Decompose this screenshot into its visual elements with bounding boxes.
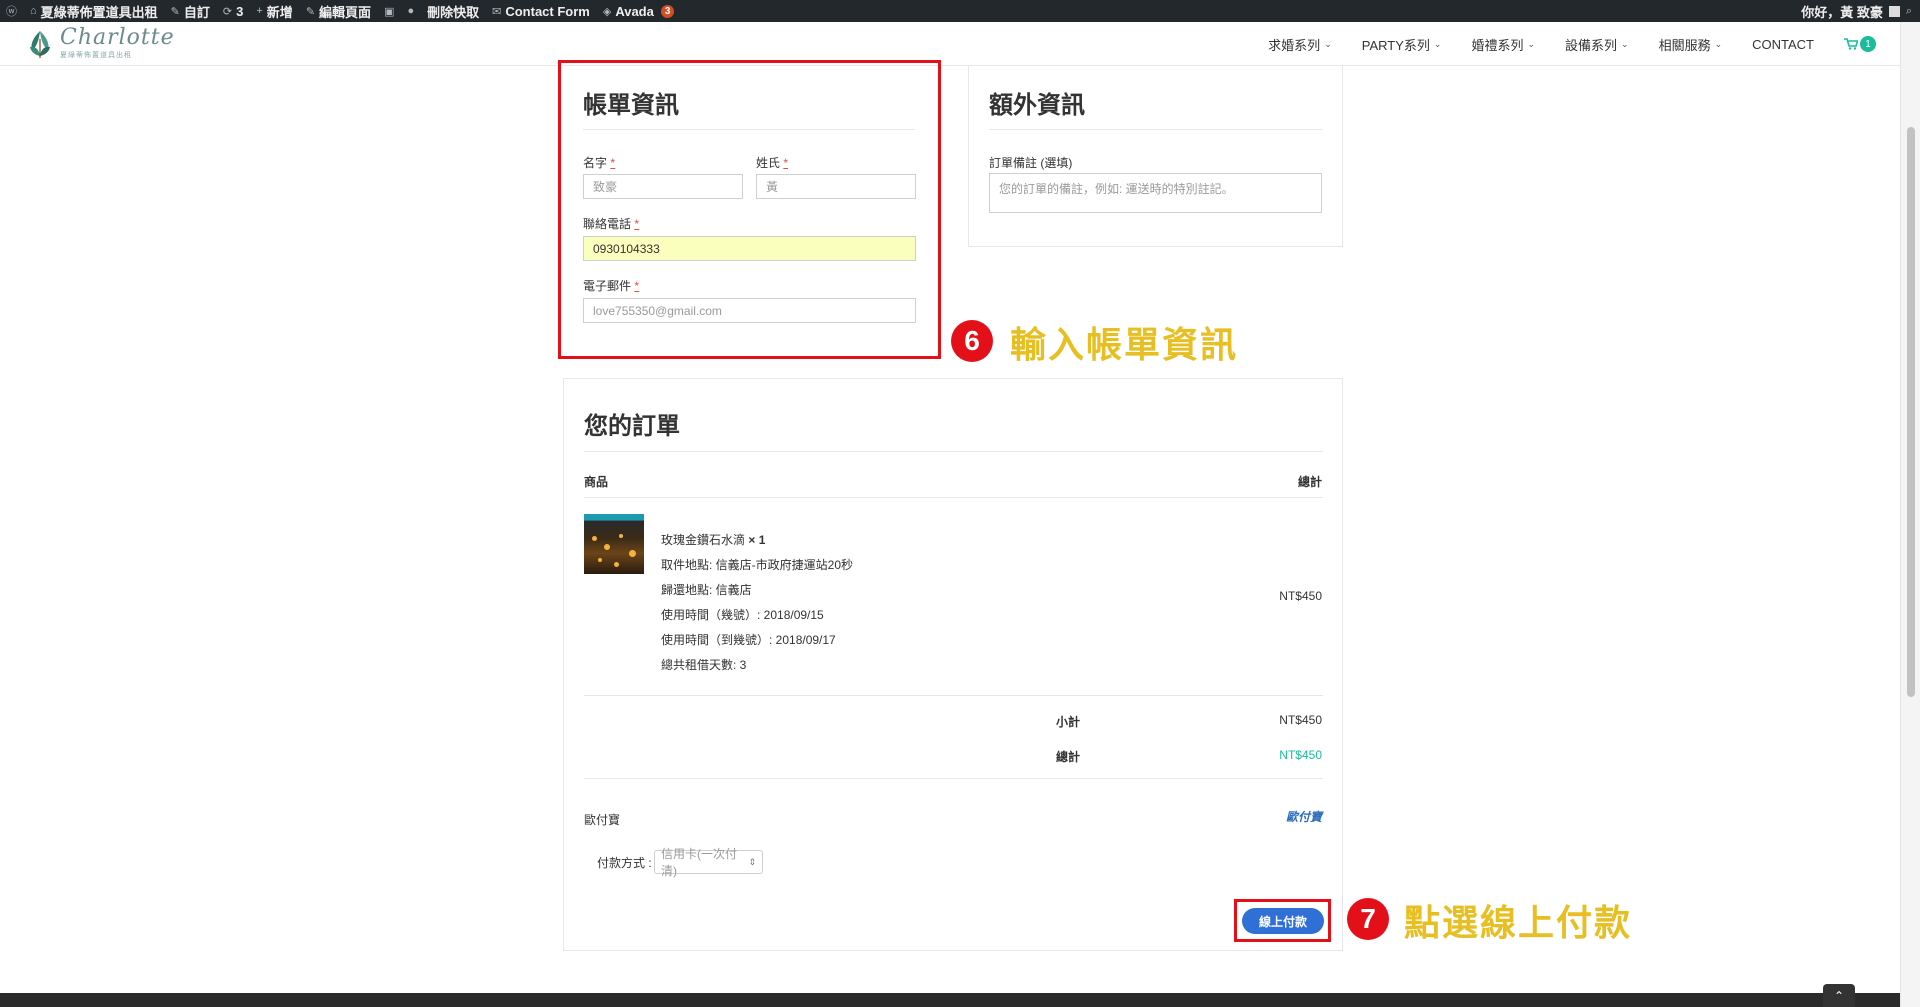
select-arrows-icon: ⇕ <box>748 856 756 867</box>
additional-info-section: 額外資訊 訂單備註 (選填) <box>968 66 1343 247</box>
nav-item-services[interactable]: 相關服務 ⌄ <box>1659 35 1723 54</box>
avatar[interactable] <box>1888 5 1900 17</box>
product-thumbnail[interactable] <box>584 514 644 574</box>
cart-icon <box>1844 38 1858 50</box>
return-location: 歸還地點: 信義店 <box>661 583 752 597</box>
order-notes-label: 訂單備註 (選填) <box>989 156 1073 170</box>
product-column-header: 商品 <box>584 475 609 489</box>
subtotal-value: NT$450 <box>1279 713 1322 727</box>
admin-bar-plugin-icon[interactable]: ▣ <box>384 5 394 18</box>
plus-icon: + <box>256 5 263 17</box>
admin-bar-greeting[interactable]: 你好，黃 致豪 <box>1801 2 1883 21</box>
logo-text: Charlotte <box>60 25 175 50</box>
wordpress-logo-icon[interactable]: ⓦ <box>6 3 17 19</box>
admin-bar-status-dot-icon[interactable]: ● <box>407 5 414 17</box>
site-logo[interactable]: Charlotte 夏綠蒂佈置道具出租 <box>26 27 175 60</box>
order-notes-textarea[interactable] <box>989 173 1322 213</box>
billing-highlight-frame <box>558 60 941 359</box>
product-quantity: × 1 <box>748 533 766 547</box>
cart-button[interactable]: 1 <box>1844 36 1876 52</box>
leaf-logo-icon <box>30 30 50 58</box>
nav-item-proposal[interactable]: 求婚系列 ⌄ <box>1268 35 1332 54</box>
logo-subtitle: 夏綠蒂佈置道具出租 <box>60 52 132 59</box>
total-value: NT$450 <box>1279 748 1322 762</box>
admin-bar-site-name[interactable]: ⌂ 夏綠蒂佈置道具出租 <box>30 2 158 21</box>
total-label: 總計 <box>1056 750 1081 764</box>
order-items-divider <box>584 695 1323 696</box>
additional-info-title: 額外資訊 <box>989 92 1085 119</box>
admin-bar-customize[interactable]: ✎ 自訂 <box>171 2 210 21</box>
envelope-icon: ✉ <box>492 5 502 18</box>
footer-bar <box>0 993 1900 1007</box>
page: ⓦ ⌂ 夏綠蒂佈置道具出租 ✎ 自訂 ⟳ 3 + 新增 ✎ 編輯頁面 ▣ ● 刪除快取 ✉… <box>0 0 1920 1007</box>
admin-bar-updates[interactable]: ⟳ 3 <box>223 4 243 19</box>
payment-gateway-label[interactable]: 歐付寶 <box>584 811 620 828</box>
scrollbar-thumb[interactable] <box>1907 127 1915 697</box>
refresh-icon: ⟳ <box>222 5 233 18</box>
site-header: Charlotte 夏綠蒂佈置道具出租 求婚系列 ⌄ PARTY系列 ⌄ 婚禮系列 ⌄… <box>0 22 1900 66</box>
rental-start-date: 使用時間（幾號）: 2018/09/15 <box>661 608 824 622</box>
product-name[interactable]: 玫瑰金鑽石水滴 × 1 <box>661 531 765 548</box>
pay-button-highlight-frame <box>1234 899 1331 942</box>
cart-count-badge: 1 <box>1860 36 1876 52</box>
payment-method-select[interactable]: 信用卡(一次付清) ⇕ <box>654 847 763 878</box>
main-nav: 求婚系列 ⌄ PARTY系列 ⌄ 婚禮系列 ⌄ 設備系列 ⌄ 相關服務 ⌄ CONTACT… <box>1268 22 1876 66</box>
step-7-marker: 7 <box>1347 898 1389 940</box>
home-icon: ⌂ <box>30 5 37 17</box>
avada-icon: ◈ <box>602 5 612 18</box>
admin-bar-purge-cache[interactable]: 刪除快取 <box>427 2 479 21</box>
payment-gateway-logo: 歐付寶 <box>1285 810 1322 824</box>
brush-icon: ✎ <box>170 5 180 18</box>
order-title-divider <box>584 451 1323 452</box>
order-review-section: 您的訂單 商品 總計 玫瑰金鑽石水滴 × 1 取件地點: 信義店-市政府捷運站2… <box>563 378 1343 951</box>
subtotal-label: 小計 <box>1056 715 1081 729</box>
order-header-divider <box>584 497 1323 498</box>
chevron-down-icon: ⌄ <box>1324 38 1332 49</box>
nav-item-wedding[interactable]: 婚禮系列 ⌄ <box>1471 35 1535 54</box>
nav-item-contact[interactable]: CONTACT <box>1752 37 1814 52</box>
pickup-location: 取件地點: 信義店-市政府捷運站20秒 <box>661 558 854 572</box>
admin-bar-edit-page[interactable]: ✎ 編輯頁面 <box>306 2 371 21</box>
admin-bar-new[interactable]: + 新增 <box>256 2 292 21</box>
admin-bar-avada[interactable]: ◈ Avada 3 <box>603 4 675 19</box>
chevron-down-icon: ⌄ <box>1527 38 1535 49</box>
total-column-header: 總計 <box>1297 475 1322 489</box>
avada-badge: 3 <box>660 4 675 18</box>
pencil-icon: ✎ <box>305 5 316 18</box>
payment-method-label: 付款方式 : <box>597 856 652 870</box>
admin-bar-contact-form[interactable]: ✉ Contact Form <box>492 4 590 19</box>
chevron-up-icon: ⌃ <box>1833 988 1845 1003</box>
order-title: 您的訂單 <box>584 413 680 440</box>
nav-item-equipment[interactable]: 設備系列 ⌄ <box>1565 35 1629 54</box>
search-icon[interactable]: ⌕ <box>1906 5 1912 18</box>
order-totals-divider <box>584 778 1323 779</box>
step-6-marker: 6 <box>951 320 993 362</box>
rental-days: 總共租借天數: 3 <box>661 658 747 672</box>
nav-item-party[interactable]: PARTY系列 ⌄ <box>1362 35 1442 54</box>
step-7-caption: 點選線上付款 <box>1404 902 1633 943</box>
item-price: NT$450 <box>1279 589 1322 603</box>
admin-bar: ⓦ ⌂ 夏綠蒂佈置道具出租 ✎ 自訂 ⟳ 3 + 新增 ✎ 編輯頁面 ▣ ● 刪除快取 ✉… <box>0 0 1920 22</box>
rental-end-date: 使用時間（到幾號）: 2018/09/17 <box>661 633 836 647</box>
step-6-caption: 輸入帳單資訊 <box>1010 324 1239 365</box>
chevron-down-icon: ⌄ <box>1621 38 1629 49</box>
chevron-down-icon: ⌄ <box>1433 38 1442 49</box>
back-to-top-button[interactable]: ⌃ <box>1823 984 1855 1007</box>
chevron-down-icon: ⌄ <box>1714 38 1723 49</box>
additional-divider <box>989 129 1322 130</box>
vertical-scrollbar[interactable] <box>1900 22 1920 1007</box>
